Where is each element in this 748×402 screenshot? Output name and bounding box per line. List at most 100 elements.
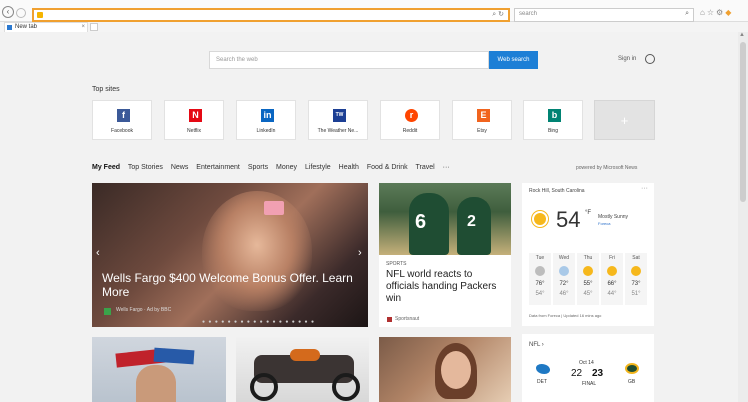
forecast-high: 55° <box>583 281 593 287</box>
tab-sports[interactable]: Sports <box>248 164 268 171</box>
hero-headline[interactable]: Wells Fargo $400 Welcome Bonus Offer. Le… <box>102 271 357 299</box>
sunny-icon <box>607 266 617 276</box>
sunny-icon <box>631 266 641 276</box>
top-sites-heading: Top sites <box>92 86 120 93</box>
sign-in-link[interactable]: Sign in <box>618 56 636 62</box>
browser-toolbar: ‹ ⌕ ↻ search ⌕ ⌂☆⚙◆ <box>0 0 748 22</box>
top-site-tile-reddit[interactable]: r Reddit <box>380 100 440 140</box>
refresh-icon[interactable]: ⌕ ↻ <box>492 10 504 19</box>
scrollbar[interactable]: ▲ <box>738 32 748 402</box>
linkedin-icon: in <box>261 109 274 122</box>
site-icon <box>37 12 43 18</box>
motorcycle-wheel <box>250 373 278 401</box>
new-tab-button[interactable] <box>90 23 98 31</box>
article-category: SPORTS <box>386 261 407 267</box>
tile-label: Reddit <box>402 128 418 134</box>
address-bar[interactable]: ⌕ ↻ <box>32 8 510 22</box>
team1-score: 22 <box>571 368 583 379</box>
tab-my-feed[interactable]: My Feed <box>92 164 120 171</box>
article-card-nfl[interactable]: 6 2 SPORTS NFL world reacts to officials… <box>379 183 511 327</box>
search-icon[interactable]: ⌕ <box>685 10 689 18</box>
tab-close-icon[interactable]: × <box>81 23 85 32</box>
top-site-tile-etsy[interactable]: E Etsy <box>452 100 512 140</box>
top-site-tile-weather[interactable]: TW The Weather Ne... <box>308 100 368 140</box>
forecast-day-label: Thu <box>583 255 593 261</box>
forecast-day-label: Wed <box>558 255 570 261</box>
article-source: Sportsnaut <box>395 316 420 322</box>
nfl-scores-widget[interactable]: NFL › DET Oct 14 22 23 FINAL GB <box>522 334 654 402</box>
top-site-tile-facebook[interactable]: f Facebook <box>92 100 152 140</box>
article-card-credit-cards[interactable] <box>92 337 226 402</box>
tab-new-tab[interactable]: New tab × <box>4 22 88 32</box>
carousel-dots[interactable]: ● ● ● ● ● ● ● ● ● ● ● ● ● ● ● ● ● ● <box>202 319 315 325</box>
sunny-icon <box>534 213 546 225</box>
smiley-icon[interactable]: ◆ <box>725 8 733 17</box>
web-search-button[interactable]: Web search <box>489 51 538 69</box>
weather-source-link[interactable]: Foreca <box>598 221 610 226</box>
team-name: GB <box>628 379 636 385</box>
scrollbar-thumb[interactable] <box>740 42 746 202</box>
forecast-day-label: Fri <box>609 255 615 261</box>
tile-label: Facebook <box>111 128 133 134</box>
facebook-icon: f <box>117 109 130 122</box>
plus-icon: + <box>620 113 629 128</box>
powered-by-label: powered by Microsoft News <box>576 165 638 171</box>
weather-footer[interactable]: Data from Foreca | Updated 16 mins ago <box>529 313 601 318</box>
back-button[interactable]: ‹ <box>2 6 14 18</box>
forecast-high: 66° <box>607 281 617 287</box>
article-card-woman[interactable] <box>379 337 511 402</box>
forecast-day[interactable]: Tue 76° 54° <box>529 253 551 305</box>
tab-entertainment[interactable]: Entertainment <box>196 164 240 171</box>
forecast-low: 54° <box>535 291 545 297</box>
top-site-tile-linkedin[interactable]: in LinkedIn <box>236 100 296 140</box>
tile-label: Bing <box>547 128 558 134</box>
page-settings-gear-icon[interactable] <box>645 54 655 64</box>
team-name: DET <box>537 379 547 385</box>
article-image: 6 2 <box>379 183 511 255</box>
tab-food-drink[interactable]: Food & Drink <box>367 164 408 171</box>
more-tabs-icon[interactable]: ··· <box>443 164 450 171</box>
envelope-icon <box>264 201 284 215</box>
toolbar-icons[interactable]: ⌂☆⚙◆ <box>700 8 733 17</box>
weather-location[interactable]: Rock Hill, South Carolina <box>529 188 585 194</box>
hero-article[interactable]: ‹ › Wells Fargo $400 Welcome Bonus Offer… <box>92 183 368 327</box>
tab-lifestyle[interactable]: Lifestyle <box>305 164 331 171</box>
temperature-unit[interactable]: °F <box>585 210 591 216</box>
carousel-next-icon[interactable]: › <box>358 247 362 259</box>
home-icon[interactable]: ⌂ <box>700 8 707 17</box>
tab-money[interactable]: Money <box>276 164 297 171</box>
forecast-day[interactable]: Thu 55° 45° <box>577 253 599 305</box>
browser-search-box[interactable]: search ⌕ <box>514 8 694 22</box>
top-site-tile-netflix[interactable]: N Netflix <box>164 100 224 140</box>
motorcycle-wheel <box>332 373 360 401</box>
nfl-widget-title[interactable]: NFL › <box>529 342 544 348</box>
top-site-tile-bing[interactable]: b Bing <box>523 100 583 140</box>
forward-button[interactable] <box>16 8 26 18</box>
more-options-icon[interactable]: ··· <box>641 185 648 192</box>
forecast-high: 76° <box>535 281 545 287</box>
forecast-low: 51° <box>631 291 641 297</box>
forecast-day[interactable]: Sat 73° 51° <box>625 253 647 305</box>
weather-channel-icon: TW <box>333 109 346 122</box>
tab-travel[interactable]: Travel <box>416 164 435 171</box>
tab-news[interactable]: News <box>171 164 189 171</box>
forecast-high: 72° <box>559 281 569 287</box>
tab-top-stories[interactable]: Top Stories <box>128 164 163 171</box>
add-site-tile[interactable]: + <box>594 100 655 140</box>
article-card-motorcycle[interactable] <box>236 337 369 402</box>
carousel-prev-icon[interactable]: ‹ <box>96 247 100 259</box>
edge-tab-icon <box>7 25 12 30</box>
tab-health[interactable]: Health <box>339 164 359 171</box>
person-image <box>136 365 176 402</box>
settings-gear-icon[interactable]: ⚙ <box>716 8 725 17</box>
web-search-input[interactable]: Search the web <box>209 51 489 69</box>
tab-strip: New tab × <box>0 22 748 32</box>
team2-score: 23 <box>592 368 604 379</box>
favorites-star-icon[interactable]: ☆ <box>707 8 716 17</box>
forecast-day[interactable]: Fri 66° 44° <box>601 253 623 305</box>
forecast-low: 46° <box>559 291 569 297</box>
weather-widget[interactable]: Rock Hill, South Carolina ··· 54 °F Most… <box>522 183 654 326</box>
scroll-up-arrow-icon[interactable]: ▲ <box>739 32 745 38</box>
forecast-day[interactable]: Wed 72° 46° <box>553 253 575 305</box>
article-headline[interactable]: NFL world reacts to officials handing Pa… <box>386 269 506 305</box>
